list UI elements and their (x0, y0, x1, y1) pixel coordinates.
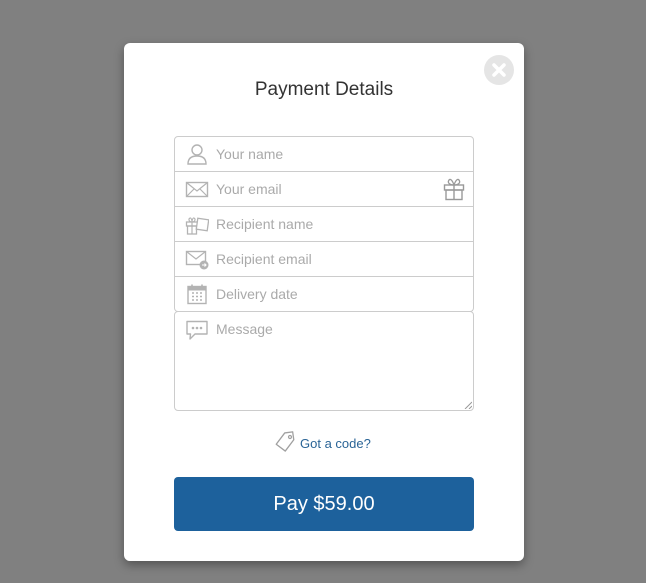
calendar-icon (187, 284, 207, 305)
payment-modal: Payment Details Your name Your email Rec… (124, 43, 524, 561)
your-name-row (174, 136, 474, 172)
recipient-name-row (174, 207, 474, 242)
delivery-date-input[interactable] (216, 277, 436, 310)
envelope-icon (185, 181, 209, 198)
gift-icon[interactable] (443, 177, 465, 201)
recipient-email-input[interactable] (216, 242, 436, 275)
envelope-send-icon (185, 250, 209, 270)
your-name-input[interactable] (216, 137, 436, 170)
user-icon (187, 144, 207, 165)
resize-handle-icon[interactable] (464, 401, 472, 409)
delivery-date-row (174, 277, 474, 312)
message-row (174, 311, 474, 411)
recipient-email-row (174, 242, 474, 277)
message-textarea[interactable] (216, 321, 466, 406)
speech-bubble-icon (186, 320, 208, 340)
got-a-code-label: Got a code? (300, 436, 371, 451)
recipient-name-input[interactable] (216, 207, 436, 240)
gift-card-icon (185, 217, 209, 235)
payment-form (174, 136, 474, 312)
your-email-row (174, 172, 474, 207)
modal-title: Payment Details (254, 79, 394, 100)
pay-button[interactable]: Pay $59.00 (174, 477, 474, 531)
your-email-input[interactable] (216, 172, 436, 205)
tag-icon (275, 431, 295, 452)
